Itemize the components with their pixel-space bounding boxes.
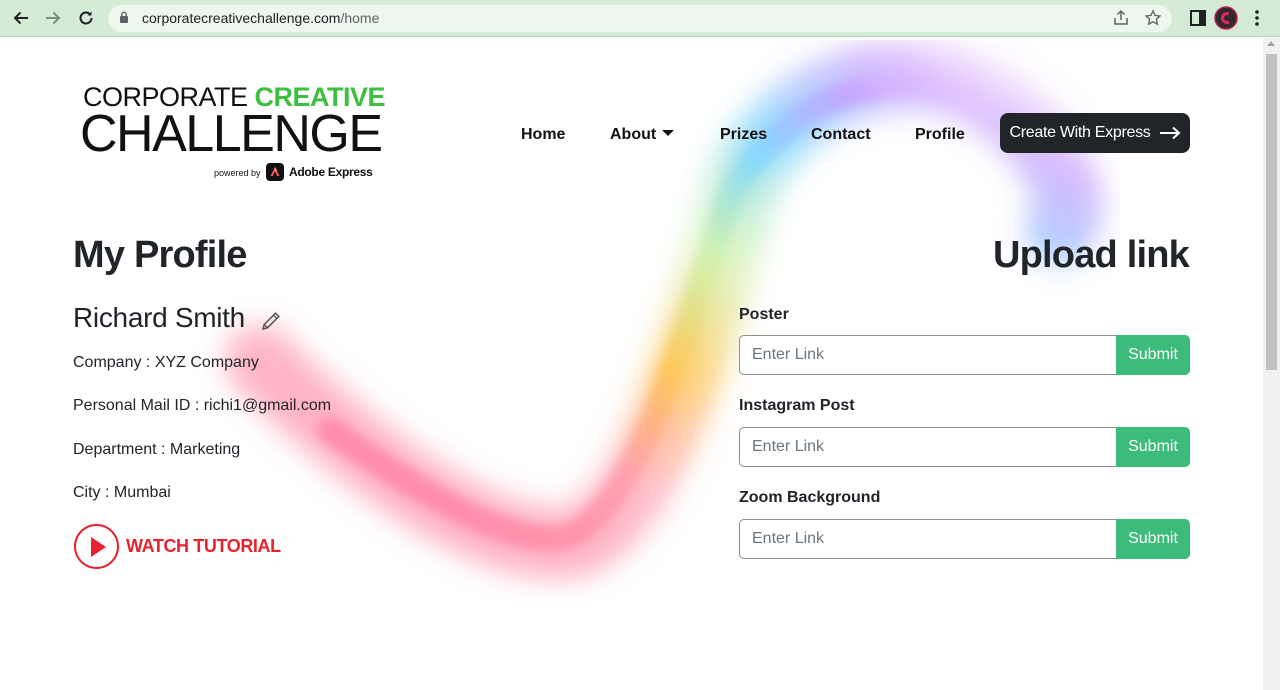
forward-icon[interactable] bbox=[41, 6, 65, 30]
poster-field-group: Submit bbox=[739, 335, 1190, 375]
watch-tutorial-button[interactable]: WATCH TUTORIAL bbox=[74, 524, 281, 569]
profile-city: City : Mumbai bbox=[73, 484, 171, 501]
more-menu-icon[interactable] bbox=[1254, 9, 1260, 32]
profile-company: Company : XYZ Company bbox=[73, 354, 259, 371]
profile-name: Richard Smith bbox=[73, 302, 245, 333]
instagram-post-field-group: Submit bbox=[739, 427, 1190, 467]
zoom-background-label: Zoom Background bbox=[739, 489, 881, 506]
nav-about-label: About bbox=[610, 126, 657, 143]
address-bar[interactable]: corporatecreativechallenge.com/home bbox=[108, 5, 1172, 32]
scroll-up-arrow-icon[interactable] bbox=[1267, 41, 1275, 46]
adobe-express-icon bbox=[266, 163, 284, 181]
nav-profile[interactable]: Profile bbox=[915, 126, 965, 144]
browser-toolbar: corporatecreativechallenge.com/home bbox=[0, 0, 1280, 37]
nav-contact[interactable]: Contact bbox=[811, 126, 871, 144]
back-icon[interactable] bbox=[9, 6, 33, 30]
nav-about[interactable]: About bbox=[610, 126, 675, 144]
zoom-background-field-group: Submit bbox=[739, 519, 1190, 559]
play-icon bbox=[74, 524, 119, 569]
watch-tutorial-label: WATCH TUTORIAL bbox=[126, 536, 281, 556]
poster-label: Poster bbox=[739, 306, 789, 323]
poster-submit-button[interactable]: Submit bbox=[1116, 335, 1190, 375]
avatar[interactable] bbox=[1214, 6, 1238, 35]
zoom-background-link-input[interactable] bbox=[739, 519, 1116, 559]
nav-home[interactable]: Home bbox=[521, 126, 565, 144]
lock-icon bbox=[119, 11, 129, 29]
share-icon[interactable] bbox=[1112, 9, 1130, 27]
instagram-post-link-input[interactable] bbox=[739, 427, 1116, 467]
instagram-post-submit-button[interactable]: Submit bbox=[1116, 427, 1190, 467]
edit-pencil-icon[interactable] bbox=[260, 310, 282, 332]
url-text: corporatecreativechallenge.com/home bbox=[142, 10, 380, 26]
logo-powered-by: powered by bbox=[214, 168, 261, 178]
upload-heading: Upload link bbox=[993, 234, 1190, 276]
zoom-background-submit-button[interactable]: Submit bbox=[1116, 519, 1190, 559]
reload-icon[interactable] bbox=[74, 6, 98, 30]
chevron-down-icon bbox=[662, 130, 675, 136]
cta-label: Create With Express bbox=[1009, 124, 1151, 141]
create-with-express-button[interactable]: Create With Express bbox=[1000, 113, 1190, 153]
side-panel-icon[interactable] bbox=[1190, 10, 1206, 31]
profile-email: Personal Mail ID : richi1@gmail.com bbox=[73, 397, 332, 414]
profile-heading: My Profile bbox=[73, 234, 247, 276]
poster-link-input[interactable] bbox=[739, 335, 1116, 375]
bookmark-star-icon[interactable] bbox=[1144, 9, 1162, 27]
logo-adobe-express: Adobe Express bbox=[289, 165, 373, 179]
profile-department: Department : Marketing bbox=[73, 441, 241, 458]
nav-prizes[interactable]: Prizes bbox=[720, 126, 767, 144]
instagram-post-label: Instagram Post bbox=[739, 397, 855, 414]
scrollbar-thumb[interactable] bbox=[1266, 54, 1277, 370]
arrow-right-icon bbox=[1159, 126, 1180, 140]
